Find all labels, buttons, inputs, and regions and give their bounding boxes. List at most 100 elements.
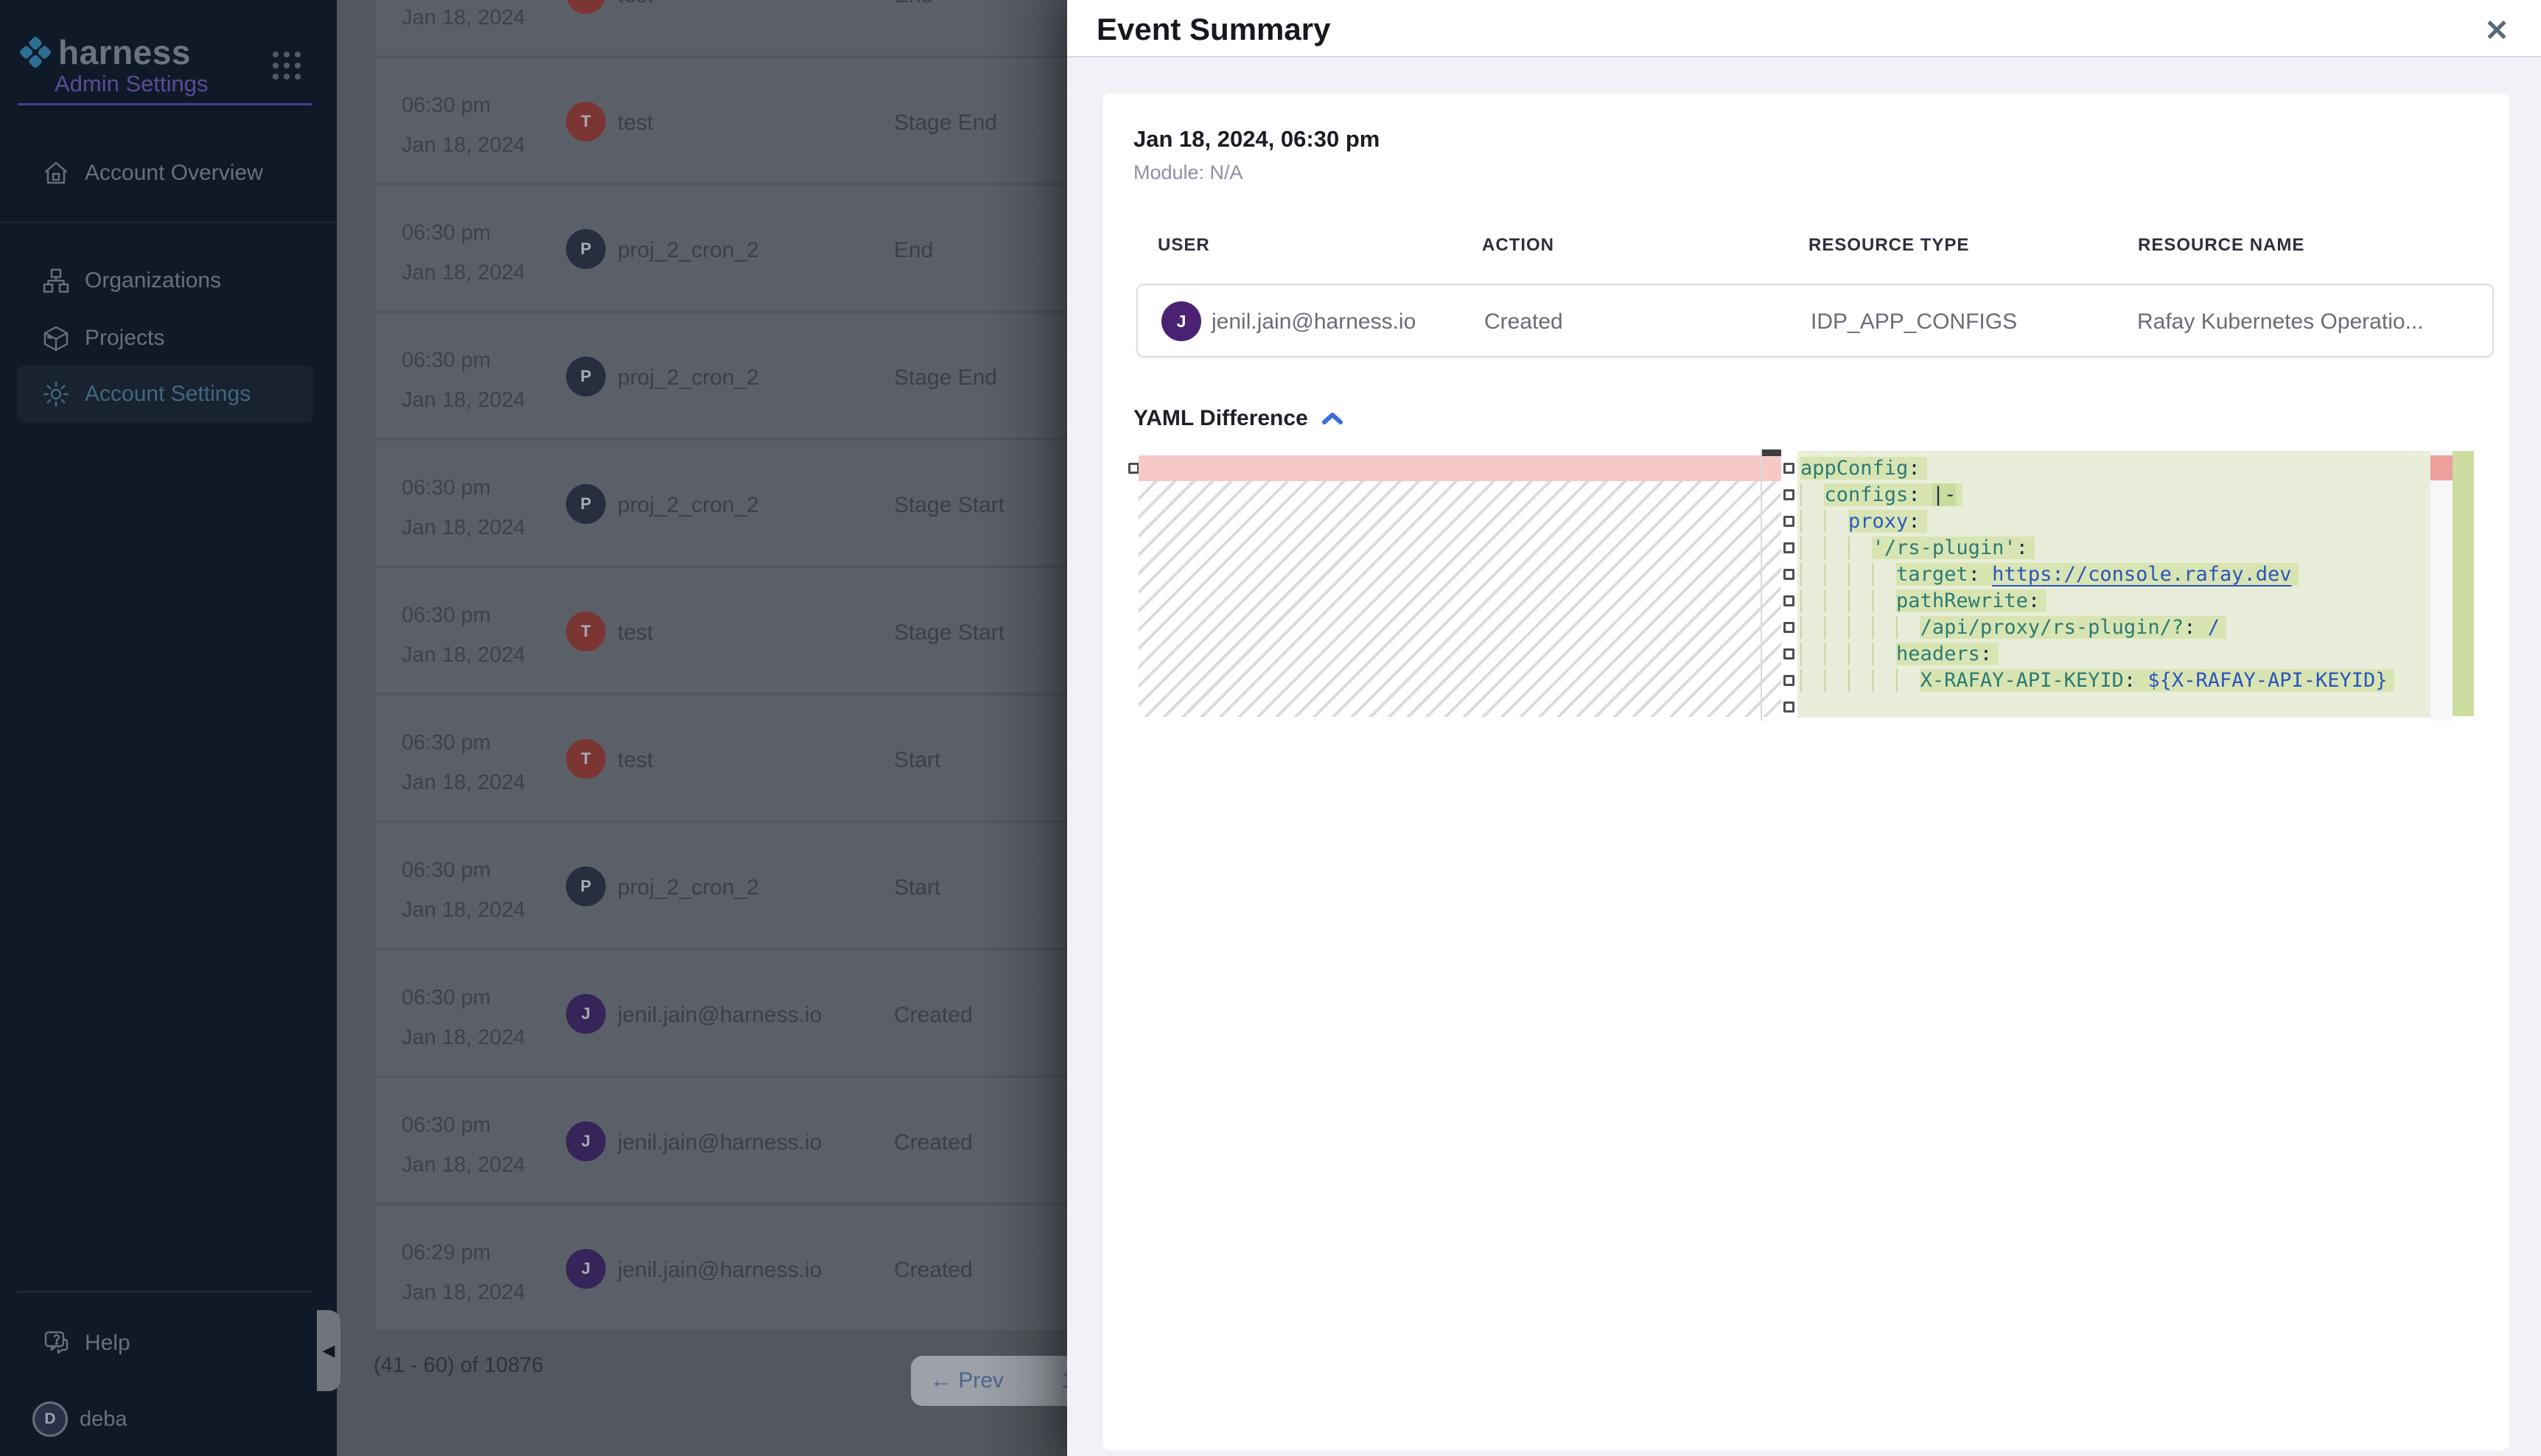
avatar: J [566,1121,606,1161]
row-date: Jan 18, 2024 [402,133,525,158]
diff-line-marker[interactable] [1783,489,1794,500]
row-date: Jan 18, 2024 [402,771,525,795]
row-date: Jan 18, 2024 [402,388,525,413]
sidebar-item-label: Help [85,1331,130,1356]
home-icon [42,159,70,187]
avatar: J [1161,301,1201,341]
diff-line-marker[interactable] [1783,622,1794,633]
sidebar: harness Admin Settings Account Overview … [0,0,337,1456]
diff-line-marker[interactable] [1783,569,1794,580]
avatar: T [566,739,606,779]
sidebar-item-projects[interactable]: Projects [17,309,313,367]
table-row[interactable]: 06:30 pm Jan 18, 2024 J jenil.jain@harne… [376,951,1067,1075]
event-resource-name: Rafay Kubernetes Operatio... [2137,309,2424,335]
diff-line-marker[interactable] [1783,542,1794,553]
column-header-action: ACTION [1482,235,1554,256]
yaml-diff-viewer: appConfig: configs: |- proxy: '/rs-plugi… [1126,449,2474,721]
sidebar-item-label: Account Overview [85,161,263,186]
row-user: test [618,111,653,136]
empty-diff-filler [1139,481,1781,717]
row-user: proj_2_cron_2 [618,875,759,900]
diff-line-marker[interactable] [1783,595,1794,606]
code-line: pathRewrite: [1797,588,2430,615]
prev-arrow-icon: ← [930,1368,952,1393]
table-row[interactable]: 06:30 pm Jan 18, 2024 T test Stage End [376,58,1067,183]
row-user: proj_2_cron_2 [618,493,759,518]
row-date: Jan 18, 2024 [402,898,525,923]
diff-original-pane [1139,449,1781,721]
table-row[interactable]: 06:30 pm Jan 18, 2024 P proj_2_cron_2 St… [376,313,1067,438]
row-action: End [894,238,933,263]
row-user: test [618,0,653,8]
row-action: Created [894,1258,973,1283]
event-summary-card: Jan 18, 2024, 06:30 pm Module: N/A USER … [1102,94,2509,1450]
table-row[interactable]: 06:30 pm Jan 18, 2024 P proj_2_cron_2 St… [376,823,1067,948]
avatar: P [566,357,606,396]
logo-text: harness [58,32,191,72]
target-url-link[interactable]: https://console.rafay.dev [1992,563,2291,586]
sidebar-item-organizations[interactable]: Organizations [17,252,313,309]
row-time: 06:29 pm [402,1241,491,1265]
table-row[interactable]: 06:30 pm Jan 18, 2024 P proj_2_cron_2 St… [376,441,1067,565]
table-row[interactable]: 06:30 pm Jan 18, 2024 J jenil.jain@harne… [376,1078,1067,1203]
code-line: '/rs-plugin': [1797,535,2430,561]
table-row[interactable]: 06:29 pm Jan 18, 2024 J jenil.jain@harne… [376,1205,1067,1330]
overview-added-mark [2453,451,2474,716]
diff-line-marker[interactable] [1128,463,1139,474]
table-row[interactable]: 06:30 pm Jan 18, 2024 T test Stage Start [376,568,1067,693]
row-user: jenil.jain@harness.io [618,1258,822,1283]
app-grid-icon[interactable] [273,52,301,80]
avatar: J [566,1249,606,1289]
avatar: P [566,867,606,906]
collapse-arrow-icon: ◀ [323,1341,335,1360]
table-row[interactable]: Jan 18, 2024 T test End [376,0,1067,55]
diff-line-marker[interactable] [1783,648,1794,659]
sidebar-item-label: Projects [85,326,164,351]
drawer-header: Event Summary ✕ [1067,0,2541,57]
diff-line-marker[interactable] [1783,675,1794,686]
row-action: Created [894,1130,973,1155]
audit-log-table: Jan 18, 2024 T test End 06:30 pm Jan 18,… [376,0,1067,1333]
harness-logo-icon [18,35,52,69]
table-row[interactable]: 06:30 pm Jan 18, 2024 P proj_2_cron_2 En… [376,186,1067,310]
diff-line-marker[interactable] [1783,701,1794,713]
avatar: P [566,229,606,269]
user-name: deba [80,1407,127,1432]
diff-splitter-thumb[interactable] [1762,449,1781,456]
sidebar-item-account-overview[interactable]: Account Overview [17,144,313,202]
modal-edge-shadow [980,0,1067,1456]
row-user: test [618,620,653,645]
user-menu[interactable]: D deba [32,1401,127,1437]
yaml-difference-toggle[interactable]: YAML Difference [1133,406,1343,431]
row-time: 06:30 pm [402,731,491,755]
diff-line-marker[interactable] [1783,516,1794,527]
row-time: 06:30 pm [402,221,491,245]
avatar: T [566,0,606,14]
diff-splitter[interactable] [1761,449,1762,721]
avatar: P [566,484,606,524]
sidebar-item-help[interactable]: Help [17,1315,313,1372]
event-user: jenil.jain@harness.io [1212,309,1416,335]
event-action: Created [1484,309,1563,335]
row-action: Start [894,748,940,773]
row-date: Jan 18, 2024 [402,643,525,668]
drawer-title: Event Summary [1097,12,1330,47]
event-module: Module: N/A [1133,161,1243,184]
sidebar-item-account-settings[interactable]: Account Settings [17,365,313,423]
table-row[interactable]: 06:30 pm Jan 18, 2024 T test Start [376,696,1067,820]
row-user: jenil.jain@harness.io [618,1130,822,1155]
avatar: T [566,102,606,141]
row-time: 06:30 pm [402,476,491,500]
sidebar-collapse-handle[interactable]: ◀ [317,1310,340,1391]
overview-removed-mark [2430,455,2453,480]
diff-scrollbar-track[interactable] [2430,449,2453,721]
chevron-up-icon [1321,410,1343,427]
row-time: 06:30 pm [402,986,491,1010]
diff-line-marker[interactable] [1783,463,1794,474]
row-time: 06:30 pm [402,603,491,628]
logo: harness [18,32,191,72]
close-icon[interactable]: ✕ [2476,10,2517,52]
sidebar-item-label: Account Settings [85,382,251,407]
code-line: target: https://console.rafay.dev [1797,561,2430,588]
cube-icon [42,324,70,352]
